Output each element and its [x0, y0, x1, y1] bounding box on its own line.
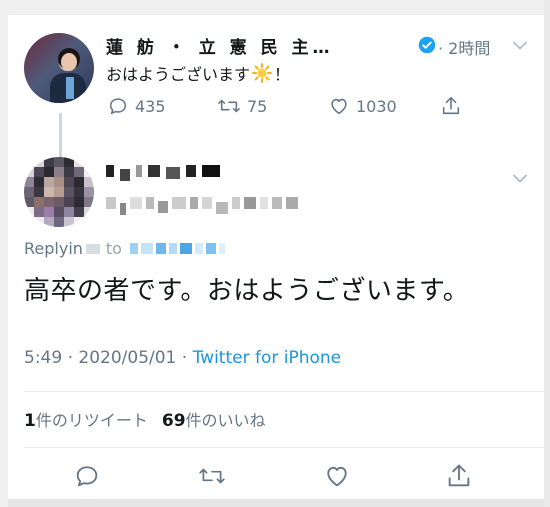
reply-avatar-pixelated[interactable]: [24, 157, 94, 227]
reply-count: 435: [135, 96, 166, 116]
parent-text-end: ！: [274, 65, 291, 84]
heart-icon: [331, 98, 347, 115]
parent-time[interactable]: · 2時間: [438, 35, 490, 59]
divider: [24, 447, 544, 448]
share-action[interactable]: [440, 95, 462, 117]
thread-line: [59, 113, 62, 157]
tweet-meta: 5:49 · 2020/05/01 · Twitter for iPhone: [24, 348, 341, 368]
replying-to-line: Replyin to: [24, 239, 225, 258]
heart-icon[interactable]: [323, 462, 351, 490]
sun-emoji-icon: [252, 63, 273, 83]
retweet-icon[interactable]: [198, 462, 226, 490]
tweet-stats: 1件のリツイート 69件のいいね: [24, 407, 266, 431]
retweet-icon: [218, 99, 240, 113]
retweet-count: 75: [247, 96, 268, 116]
chevron-down-icon[interactable]: [513, 174, 527, 183]
parent-tweet-text: おはようございます ！: [106, 61, 290, 85]
replying-to-word: to: [105, 239, 122, 258]
tweet-timestamp[interactable]: 5:49 · 2020/05/01 ·: [24, 348, 193, 368]
replying-label: Replyin: [24, 239, 83, 258]
reply-display-name-redacted: [106, 165, 220, 181]
reply-tweet-text: 高卒の者です。おはようございます。: [24, 276, 470, 306]
share-icon: [442, 96, 460, 115]
like-count: 1030: [356, 96, 397, 116]
divider: [24, 391, 544, 392]
reply-handle-redacted: [106, 197, 298, 215]
parent-text-main: おはようございます: [106, 65, 251, 84]
bottom-edge: [8, 499, 544, 507]
like-stat[interactable]: 69件のいいね: [162, 407, 266, 431]
retweet-action[interactable]: 75: [217, 95, 267, 117]
like-action[interactable]: 1030: [328, 95, 397, 117]
tweet-thread-card: 蓮 舫 ・ 立 憲 民 主… · 2時間 おはようございます ！ 435 75: [8, 14, 545, 501]
replying-redacted-fragment: [85, 243, 100, 254]
chevron-down-icon[interactable]: [513, 41, 527, 50]
reply-icon[interactable]: [73, 462, 101, 490]
tweet-source-link[interactable]: Twitter for iPhone: [193, 348, 342, 368]
share-icon[interactable]: [445, 462, 473, 490]
retweet-stat[interactable]: 1件のリツイート: [24, 407, 148, 431]
window-edge: [544, 0, 550, 507]
verified-badge-icon: [418, 36, 436, 54]
reply-action[interactable]: 435: [107, 95, 166, 117]
parent-avatar[interactable]: [24, 33, 94, 103]
parent-display-name[interactable]: 蓮 舫 ・ 立 憲 民 主…: [106, 33, 334, 58]
replying-to-handle-redacted[interactable]: [129, 243, 225, 254]
reply-icon: [109, 98, 127, 115]
